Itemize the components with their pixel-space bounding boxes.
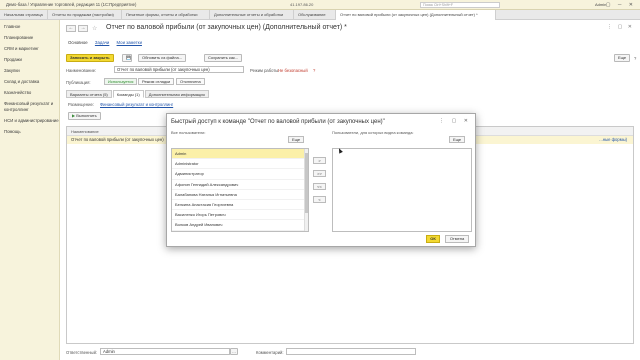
subnav-notes[interactable]: Мои заметки	[117, 40, 142, 45]
page-title: Отчет по валовой прибыли (от закупочных …	[106, 24, 347, 31]
responsible-field[interactable]: Admin	[100, 348, 230, 355]
sidebar-item-warehouse[interactable]: Склад и доставка	[0, 79, 59, 85]
list-item[interactable]: Василенко Игорь Петрович	[172, 210, 308, 221]
forward-button[interactable]: →	[78, 25, 88, 32]
ok-button[interactable]: ОК	[426, 235, 440, 243]
save-and-close-button[interactable]: Записать и закрыть	[66, 54, 114, 62]
list-item[interactable]: Администратор	[172, 169, 308, 180]
form-window-controls[interactable]: ⋮ ▢ ✕	[607, 24, 634, 30]
name-label: Наименование:	[66, 68, 97, 73]
save-icon[interactable]: 💾	[122, 54, 132, 62]
tab-gross-profit-report[interactable]: Отчет по валовой прибыли (от закупочных …	[336, 10, 496, 20]
sidebar-item-main[interactable]: Главное	[0, 24, 59, 30]
app-title: Демо-база / Управление торговлей, редакц…	[6, 2, 137, 7]
help-icon[interactable]: ?	[634, 56, 636, 61]
tab-additional-info[interactable]: Дополнительная информация	[144, 90, 209, 98]
publication-debug-option[interactable]: Режим отладки	[138, 78, 175, 85]
all-users-label: Все пользователи:	[171, 130, 206, 135]
sidebar-item-purchases[interactable]: Закупки	[0, 68, 59, 74]
list-item[interactable]: Волков Андрей Иванович	[172, 220, 308, 231]
mode-value[interactable]: Не безопасный	[278, 68, 308, 73]
subnav-tasks[interactable]: Задачи	[95, 40, 109, 45]
all-users-more-button[interactable]: Еще	[288, 136, 305, 143]
sidebar-item-treasury[interactable]: Казначейство	[0, 90, 59, 96]
responsible-select-button[interactable]: …	[230, 348, 238, 355]
tab-sales-reports[interactable]: Отчеты по продажам (настройки)	[48, 10, 122, 20]
favorite-star-icon[interactable]: ☆	[92, 25, 97, 32]
save-as-button[interactable]: Сохранить как...	[204, 54, 243, 62]
list-item[interactable]: Administrator	[172, 159, 308, 170]
publication-disabled-option[interactable]: Отключена	[176, 78, 205, 85]
all-users-list[interactable]: Admin Administrator Администратор Афонин…	[171, 148, 309, 232]
list-item[interactable]: Афонин Геннадий Александрович	[172, 180, 308, 190]
remove-user-button[interactable]: <	[313, 196, 326, 203]
cancel-button[interactable]: Отмена	[445, 235, 469, 243]
name-field[interactable]: Отчет по валовой прибыли (от закупочных …	[114, 66, 244, 73]
tab-commands[interactable]: Команды (1)	[112, 90, 144, 98]
global-search-input[interactable]: Поиск Ctrl+Shift+F	[420, 2, 500, 8]
tab-maintenance[interactable]: Обслуживание	[294, 10, 336, 20]
tab-additional-reports[interactable]: Дополнительные отчеты и обработки	[210, 10, 294, 20]
execute-button[interactable]: ▶ Выполнить	[68, 112, 101, 120]
list-item[interactable]: Admin	[172, 149, 308, 160]
all-users-scrollbar[interactable]	[304, 149, 308, 231]
subnav-main[interactable]: Основное	[68, 40, 88, 45]
form-subnav: Основное Задачи Мои заметки	[68, 40, 148, 45]
publication-label: Публикация:	[66, 80, 91, 85]
placement-label: Размещение:	[68, 102, 94, 107]
current-user[interactable]: Admin	[595, 2, 606, 7]
remove-all-users-button[interactable]: <<	[313, 183, 326, 190]
open-tabs-bar: Начальная страница Отчеты по продажам (н…	[0, 10, 640, 20]
window-controls[interactable]: ▢ ─ ✕	[606, 2, 636, 8]
comment-field[interactable]	[286, 348, 416, 355]
sections-sidebar: Главное Планирование CRM и маркетинг Про…	[0, 20, 60, 360]
visible-users-label: Пользователи, для которых видна команда:	[332, 130, 414, 135]
list-item[interactable]: Белкина Анастасия Георгиевна	[172, 200, 308, 211]
visible-users-more-button[interactable]: Еще	[449, 136, 466, 143]
form-subtabs: Варианты отчета (5) Команды (1) Дополнит…	[66, 90, 210, 98]
tab-print-forms[interactable]: Печатные формы, отчеты и обработки	[122, 10, 210, 20]
back-button[interactable]: ←	[66, 25, 76, 32]
mode-help-icon[interactable]: ?	[313, 68, 315, 73]
tab-report-variants[interactable]: Варианты отчета (5)	[66, 90, 112, 98]
visible-users-list[interactable]	[332, 148, 472, 232]
table-row-tail: ...ные формы)	[599, 137, 627, 142]
dialog-title: Быстрый доступ к команде "Отчет по валов…	[171, 119, 385, 125]
publication-used-option[interactable]: Используется	[104, 78, 138, 85]
sidebar-item-planning[interactable]: Планирование	[0, 35, 59, 41]
connection-address: 41.197.86.20	[290, 2, 314, 7]
update-from-file-button[interactable]: Обновить из файла...	[138, 54, 187, 62]
more-menu-button[interactable]: Еще	[614, 54, 631, 62]
dialog-window-controls[interactable]: ⋮ ▢ ✕	[439, 118, 471, 124]
tab-home[interactable]: Начальная страница	[0, 10, 48, 20]
responsible-label: Ответственный:	[66, 350, 98, 355]
placement-link[interactable]: Финансовый результат и контроллинг	[100, 102, 173, 107]
add-user-button[interactable]: >	[313, 157, 326, 164]
sidebar-item-crm[interactable]: CRM и маркетинг	[0, 46, 59, 52]
sidebar-item-finance[interactable]: Финансовый результат и контроллинг	[0, 101, 59, 112]
mode-label: Режим работы:	[250, 68, 280, 73]
list-item[interactable]: Балабанова Наталья Игнатьевна	[172, 190, 308, 200]
sidebar-item-admin[interactable]: НСИ и администрирование	[0, 118, 59, 124]
sidebar-item-help[interactable]: Помощь	[0, 129, 59, 135]
window-titlebar: Демо-база / Управление торговлей, редакц…	[0, 0, 640, 10]
table-row-name: Отчет по валовой прибыли (от закупочных …	[71, 137, 164, 142]
add-all-users-button[interactable]: >>	[313, 170, 326, 177]
comment-label: Комментарий:	[256, 350, 284, 355]
quick-access-dialog: Быстрый доступ к команде "Отчет по валов…	[166, 113, 476, 247]
scrollbar-thumb[interactable]	[305, 153, 308, 213]
sidebar-item-sales[interactable]: Продажи	[0, 57, 59, 63]
